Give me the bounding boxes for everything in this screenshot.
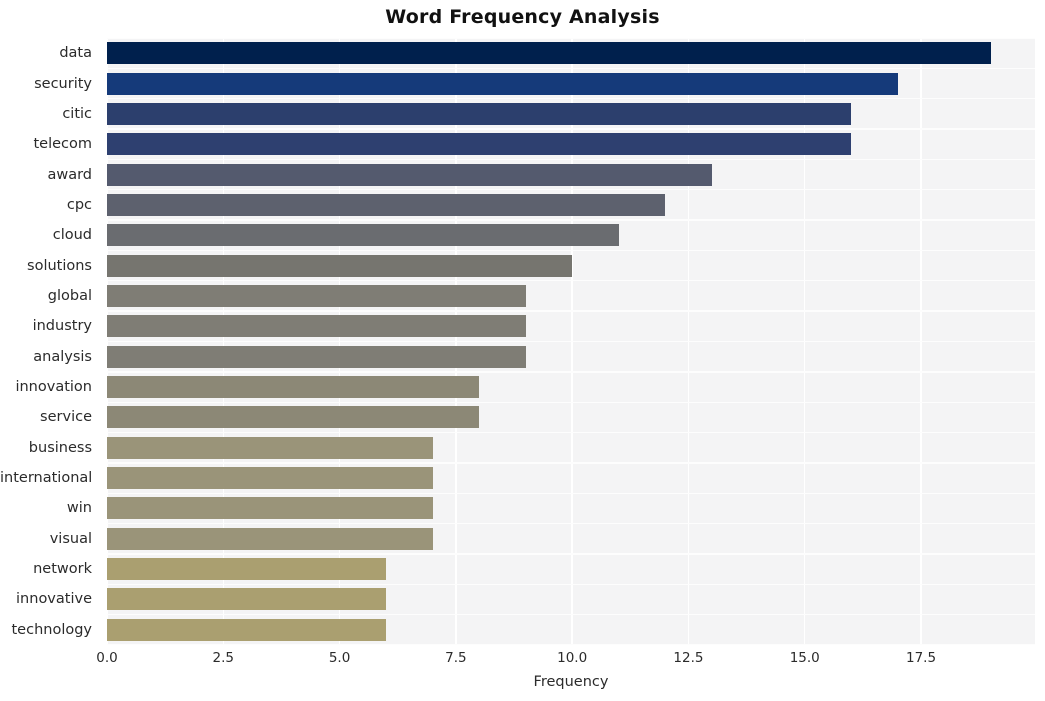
y-axis-label-citic: citic [62,105,92,122]
bar-series [107,38,1035,645]
bar[interactable] [107,42,991,65]
bar[interactable] [107,254,573,277]
y-axis-label-industry: industry [32,318,92,335]
x-axis-tick-0: 0.0 [96,650,118,666]
y-axis-label-data: data [59,45,92,62]
y-axis-label-visual: visual [49,530,92,547]
x-axis-tick-6: 15.0 [789,650,820,666]
y-axis-label-international: international [0,470,93,487]
bar[interactable] [107,193,666,216]
y-axis-label-analysis: analysis [33,348,92,365]
page-title: Word Frequency Analysis [385,6,660,28]
bar[interactable] [107,527,433,550]
bar[interactable] [107,618,387,641]
bar[interactable] [107,376,480,399]
y-axis-label-telecom: telecom [33,136,92,153]
bar[interactable] [107,558,387,581]
x-axis-tick-3: 7.5 [445,650,467,666]
y-axis-label-innovation: innovation [15,379,92,396]
y-axis-label-cloud: cloud [52,227,92,244]
x-axis-tick-1: 2.5 [212,650,235,666]
plot-area [107,38,1035,645]
bar[interactable] [107,315,526,338]
bar[interactable] [107,345,526,368]
bar[interactable] [107,284,526,307]
y-axis-label-technology: technology [11,621,92,638]
y-axis-label-global: global [47,287,92,304]
y-axis-label-cpc: cpc [66,196,92,213]
chart-figure: Word Frequency Analysis data security citi… [0,0,1045,701]
bar[interactable] [107,588,387,611]
x-axis-tick-5: 12.5 [673,650,704,666]
bar[interactable] [107,497,433,520]
x-axis-title: Frequency [533,674,609,690]
y-axis-label-win: win [66,500,92,517]
y-axis-label-business: business [28,439,92,456]
y-axis-tick-labels: data security citic telecom award cpc cloud sol… [0,38,100,645]
bar[interactable] [107,467,433,490]
bar[interactable] [107,72,898,95]
y-axis-label-innovative: innovative [16,591,92,608]
bar[interactable] [107,133,852,156]
bar[interactable] [107,102,852,125]
y-axis-label-solutions: solutions [27,257,92,274]
y-axis-label-award: award [47,166,92,183]
x-axis-tick-7: 17.5 [906,650,937,666]
x-axis-tick-4: 10.0 [557,650,588,666]
bar[interactable] [107,406,480,429]
bar[interactable] [107,436,433,459]
x-axis-tick-2: 5.0 [328,650,351,666]
bar[interactable] [107,224,619,247]
y-axis-label-network: network [33,561,92,578]
y-axis-label-service: service [40,409,92,426]
x-axis-tick-labels: 0.0 2.5 5.0 7.5 10.0 12.5 15.0 17.5 [0,650,1045,672]
bar[interactable] [107,163,712,186]
y-axis-label-security: security [34,75,92,92]
